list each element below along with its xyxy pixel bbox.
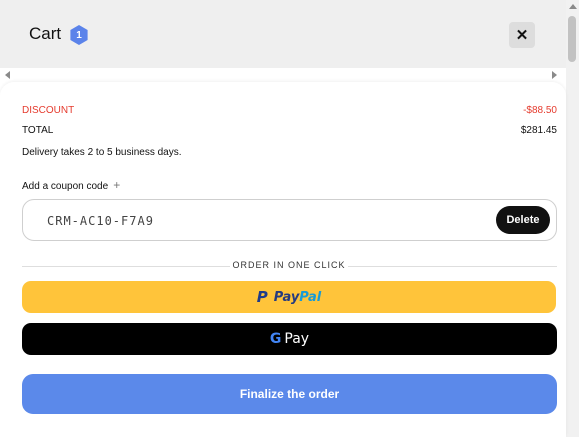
google-pay-label: Pay — [284, 331, 310, 347]
discount-label: DISCOUNT — [22, 105, 75, 116]
coupon-field: Delete — [22, 199, 557, 241]
close-icon: ✕ — [515, 27, 529, 44]
coupon-input[interactable] — [45, 210, 469, 232]
cart-count-badge: 1 — [70, 25, 88, 45]
paypal-logo-icon: P — [256, 288, 268, 306]
add-coupon-toggle[interactable]: Add a coupon code + — [22, 178, 120, 192]
paypal-word-pay: Pay — [273, 289, 300, 305]
finalize-order-button[interactable]: Finalize the order — [22, 374, 557, 414]
discount-value: -$88.50 — [523, 105, 557, 116]
scroll-up-icon[interactable] — [569, 4, 577, 9]
google-pay-button[interactable]: G Pay — [22, 323, 557, 355]
vertical-scrollbar[interactable] — [566, 0, 579, 437]
cart-header: Cart 1 ✕ — [0, 0, 566, 68]
discount-row: DISCOUNT -$88.50 — [22, 105, 557, 116]
delete-coupon-button[interactable]: Delete — [496, 206, 550, 234]
paypal-word-pal: Pal — [299, 289, 322, 305]
scroll-right-icon[interactable] — [552, 71, 557, 79]
delivery-note: Delivery takes 2 to 5 business days. — [22, 147, 182, 158]
horizontal-scrollbar[interactable] — [0, 68, 566, 82]
total-label: TOTAL — [22, 125, 54, 136]
cart-title: Cart — [29, 24, 62, 43]
total-row: TOTAL $281.45 — [22, 125, 557, 136]
plus-icon: + — [113, 178, 121, 192]
total-value: $281.45 — [520, 125, 557, 136]
google-g-icon: G — [269, 331, 282, 347]
close-button[interactable]: ✕ — [509, 22, 535, 48]
one-click-divider-label: ORDER IN ONE CLICK — [230, 260, 348, 270]
add-coupon-label: Add a coupon code — [22, 181, 109, 192]
scrollbar-thumb[interactable] — [568, 16, 576, 62]
scroll-left-icon[interactable] — [5, 71, 10, 79]
paypal-button[interactable]: P Pay Pal — [22, 281, 556, 313]
